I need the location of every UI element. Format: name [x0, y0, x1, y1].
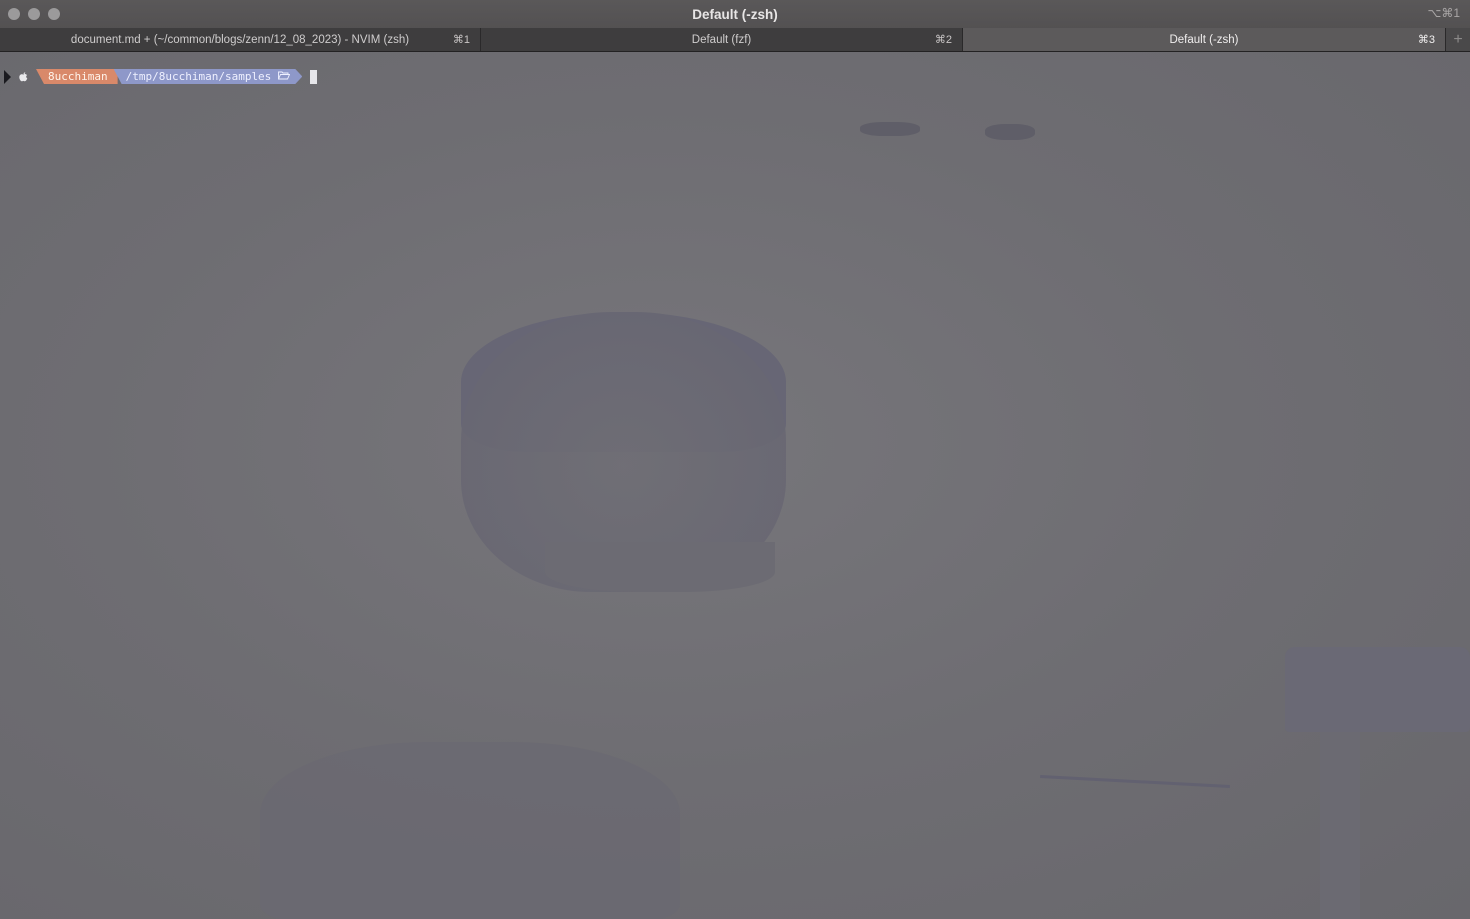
tab-label: document.md + (~/common/blogs/zenn/12_08…	[70, 33, 410, 46]
new-tab-button[interactable]: +	[1446, 28, 1470, 51]
zoom-button[interactable]	[48, 8, 60, 20]
window-controls	[8, 8, 60, 20]
prompt-path: /tmp/8ucchiman/samples	[125, 70, 272, 83]
background-image-lamp	[1285, 647, 1470, 732]
close-button[interactable]	[8, 8, 20, 20]
background-image-mark	[985, 124, 1035, 140]
window-title: Default (-zsh)	[692, 6, 778, 22]
terminal-area[interactable]: 8ucchiman /tmp/8ucchiman/samples	[0, 52, 1470, 919]
background-image-desk	[260, 742, 680, 919]
folder-open-icon	[278, 71, 290, 83]
prompt-path-segment: /tmp/8ucchiman/samples	[114, 69, 303, 84]
tab-shortcut: ⌘2	[934, 34, 952, 46]
folder-open-icon-glyph	[278, 71, 290, 80]
apple-icon-glyph	[19, 71, 28, 81]
prompt-user: 8ucchiman	[48, 70, 108, 83]
tab-label: Default (fzf)	[691, 33, 752, 46]
background-image-lamp-pole	[1320, 732, 1360, 919]
text-cursor	[310, 69, 318, 84]
background-image-mark	[860, 122, 920, 136]
tab-zsh-active[interactable]: Default (-zsh) ⌘3	[963, 28, 1446, 51]
shell-prompt: 8ucchiman /tmp/8ucchiman/samples	[4, 69, 318, 84]
prompt-user-segment: 8ucchiman	[36, 69, 118, 84]
background-image-line	[1040, 775, 1230, 788]
title-bar: Default (-zsh) ⌥⌘1	[0, 0, 1470, 28]
terminal-window: Default (-zsh) ⌥⌘1 document.md + (~/comm…	[0, 0, 1470, 919]
tab-label: Default (-zsh)	[1169, 33, 1239, 46]
tab-shortcut: ⌘1	[452, 34, 470, 46]
tab-shortcut: ⌘3	[1417, 34, 1435, 46]
minimize-button[interactable]	[28, 8, 40, 20]
prompt-start-arrow	[4, 69, 11, 84]
tab-bar: document.md + (~/common/blogs/zenn/12_08…	[0, 28, 1470, 52]
tab-fzf[interactable]: Default (fzf) ⌘2	[481, 28, 963, 51]
tab-nvim[interactable]: document.md + (~/common/blogs/zenn/12_08…	[0, 28, 481, 51]
background-image-neck	[545, 542, 775, 592]
apple-icon	[11, 69, 36, 84]
window-shortcut: ⌥⌘1	[1427, 6, 1460, 20]
